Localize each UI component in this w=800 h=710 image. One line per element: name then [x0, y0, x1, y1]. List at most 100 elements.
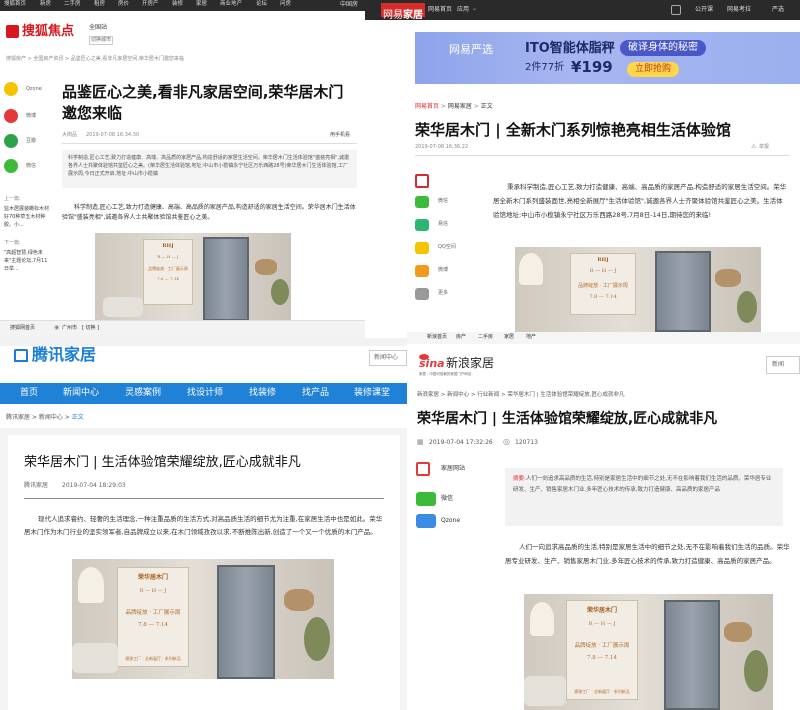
sohu-topnav-item[interactable]: 租房 [94, 1, 105, 8]
netease-body: 秉承科学制造,匠心工艺,致力打造健康、高端、高品质的家居产品,构造舒适的家居生活… [493, 183, 787, 219]
netease-ad-discount: 2件77折 [525, 62, 565, 73]
weibo-icon [415, 265, 429, 277]
netease-ad-button[interactable]: 立即抢购 [627, 62, 680, 77]
weibo-icon [4, 109, 18, 123]
promo-image: 荣华居木门 R — H — J 品牌绽放 · 工厂展示周 7.8 — 7.14 … [72, 559, 334, 679]
edit-icon[interactable] [415, 174, 429, 188]
netease-kaola[interactable]: 网易考拉 [727, 7, 751, 13]
tencent-menu-designers[interactable]: 找设计师 [187, 389, 223, 398]
netease-ad-price: ¥199 [571, 58, 613, 76]
calendar-icon: ▦ [417, 438, 424, 446]
sohu-mobile-view[interactable]: 用手机看 [330, 133, 350, 138]
house-icon [14, 349, 28, 362]
sohu-footer-switch[interactable]: [ 切换 ] [82, 326, 99, 331]
sohu-city-switch[interactable]: 切换城市 [89, 36, 114, 45]
qzone-icon [4, 82, 18, 96]
divider [24, 498, 384, 499]
sina-nav-home-decor[interactable]: 家居 [504, 335, 514, 340]
tencent-menu-home[interactable]: 首页 [20, 389, 38, 398]
sohu-summary: 科学制造,匠心工艺,致力打造健康、高端、高品质的家居产品,构造舒适的家居生活空间… [62, 150, 357, 188]
netease-nav-home[interactable]: 网易首页 [428, 7, 452, 13]
tencent-menu-products[interactable]: 找产品 [302, 389, 329, 398]
sina-nav-house[interactable]: 房产 [456, 335, 466, 340]
sohu-topnav-right[interactable]: 中国房 [340, 2, 358, 8]
eye-icon: ◎ [503, 437, 510, 446]
sohu-topnav-item[interactable]: 搜狐首页 [4, 1, 26, 8]
tencent-search[interactable]: 新闻中心 [369, 350, 407, 366]
tencent-body: 现代人追求睿约、轻奢的生活理念,一种注重品质的生活方式,对高品质生活的细节尤为注… [24, 515, 383, 536]
netease-ad-banner[interactable]: 网易严选 ITO智能体脂秤 破译身体的秘密 2件77折 ¥199 立即抢购 [415, 32, 800, 84]
sohu-prev-link[interactable]: 监木居展装瞰标木材好70种草五木材种胶。小... [4, 205, 52, 229]
sohu-page: 搜狐首页 新房 二手房 租房 房价 开房产 装修 家居 商业地产 论坛 问房 中国房 搜狐焦点 全国… [0, 0, 365, 338]
sina-body: 人们一向追求高品质的生活,特别是家居生活中的细节之处,无不在影响着我们生活的品质… [505, 543, 790, 565]
sohu-city: 全国站 [89, 24, 108, 31]
promo-image: RHJ R — H — J 品牌绽放 · 工厂展示周 7.8 — 7.14 [515, 247, 761, 332]
qzone-icon [415, 242, 429, 254]
netease-page: 网易家居 网易首页 应用 ⌄ 公开课 网易考拉 严选 网易严选 ITO智能体脂秤… [365, 0, 800, 332]
netease-ad-slogan: 破译身体的秘密 [620, 40, 706, 56]
sohu-topnav-item[interactable]: 商业地产 [220, 1, 242, 8]
sohu-footer-home[interactable]: 搜狐网首页 [10, 326, 35, 331]
divider [62, 143, 357, 144]
sohu-topnav-item[interactable]: 房价 [118, 1, 129, 8]
netease-ad-brand: 网易严选 [449, 43, 493, 56]
sohu-topnav-item[interactable]: 家居 [196, 1, 207, 8]
sohu-logo-icon [6, 25, 19, 38]
sina-date: 2019-07-04 17:32:26 [429, 439, 493, 446]
sina-search[interactable]: 新闻 [766, 356, 800, 374]
tencent-source: 腾讯家居 [24, 482, 49, 489]
kaola-icon [671, 5, 681, 15]
yixin-icon [415, 219, 429, 231]
netease-breadcrumb: 网易首页 > 网易家居 > 正文 [415, 103, 493, 110]
promo-image: RHJ R — H — J 品牌绽放 · 工厂展示周 7.8 — 7.14 [95, 233, 291, 321]
tencent-menu-class[interactable]: 装修课堂 [354, 389, 390, 398]
sohu-source: 大岗品 [62, 132, 78, 138]
sohu-topnav-item[interactable]: 装修 [172, 1, 183, 8]
douban-icon [4, 134, 18, 148]
tencent-title: 荣华居木门 | 生活体验馆荣耀绽放,匠心成就非凡 [24, 455, 301, 470]
tencent-menu-decoration[interactable]: 找装修 [249, 389, 276, 398]
location-icon: ◉ [54, 324, 60, 331]
sina-nav-home[interactable]: 新浪首页 [427, 335, 447, 340]
sohu-topnav-item[interactable]: 开房产 [142, 1, 159, 8]
sina-breadcrumb: 新浪家居 > 新闻中心 > 行业新闻 > 荣华居木门 | 生活体验馆荣耀绽放,匠… [417, 392, 625, 398]
tencent-page: 腾讯家居 新闻中心 首页 新闻中心 灵感案例 找设计师 找装修 找产品 装修课堂… [0, 338, 407, 710]
wechat-icon [415, 196, 429, 208]
edit-icon [416, 462, 430, 476]
netease-nav-apps[interactable]: 应用 [457, 7, 469, 13]
sohu-topnav-item[interactable]: 论坛 [256, 1, 267, 8]
tencent-menu-news[interactable]: 新闻中心 [63, 389, 99, 398]
sina-title: 荣华居木门 | 生活体验馆荣耀绽放,匠心成就非凡 [417, 411, 718, 427]
promo-image: 荣华居木门 R — H — J 品牌绽放 · 工厂展示周 7.8 — 7.14 … [524, 594, 773, 710]
netease-open-course[interactable]: 公开课 [695, 7, 713, 13]
netease-title: 荣华居木门 | 全新木门系列惊艳亮相生活体验馆 [415, 121, 731, 139]
netease-ad-title: ITO智能体脂秤 [525, 41, 615, 56]
sohu-next-link[interactable]: "高超智慧,绿色未来"主题论坛,7月11日举... [4, 249, 52, 273]
netease-logo[interactable]: 网易家居 [381, 3, 425, 21]
sohu-topnav-item[interactable]: 二手房 [64, 1, 81, 8]
sohu-topnav-item[interactable]: 新房 [40, 1, 51, 8]
sohu-body: 科学制造,匠心工艺,致力打造健康、高端、高品质的家居产品,构造舒适的家居生活空间… [62, 204, 356, 221]
sina-nav-estate[interactable]: 地产 [526, 335, 536, 340]
report-icon: ⚠ [751, 143, 757, 150]
netease-yanxuan[interactable]: 严选 [772, 7, 784, 13]
chevron-down-icon: ⌄ [472, 5, 478, 12]
divider [415, 155, 790, 156]
tencent-menu-cases[interactable]: 灵感案例 [125, 389, 161, 398]
wechat-icon [4, 159, 18, 173]
netease-date: 2019-07-08 16:36:22 [415, 144, 469, 150]
more-icon [415, 288, 429, 300]
qzone-icon [416, 514, 436, 528]
tencent-breadcrumb: 腾讯家居 > 新闻中心 > 正文 [6, 414, 84, 421]
sina-views: 120713 [515, 439, 538, 446]
sina-nav-secondhand[interactable]: 二手房 [478, 335, 493, 340]
netease-report[interactable]: 举报 [759, 145, 769, 150]
sina-page: 新浪首页 房产 二手房 家居 地产 sina 新浪家居 家居 · 中国可信赖的家… [407, 332, 800, 710]
sohu-title: 品鉴匠心之美,看非凡家居空间,荣华居木门邀您来临 [62, 83, 344, 122]
sohu-date: 2019-07-08 16:34:30 [86, 132, 140, 138]
sohu-footer-city: 广州市 [62, 325, 78, 331]
wechat-icon [416, 492, 436, 506]
sohu-topnav-item[interactable]: 问房 [280, 1, 291, 8]
tencent-date: 2019-07-04 18:29:03 [62, 482, 126, 489]
sohu-breadcrumb: 搜狐房产 > 全国房产资讯 > 品鉴匠心之美,看非凡家居空间,荣华居木门邀您来临 [6, 56, 184, 62]
